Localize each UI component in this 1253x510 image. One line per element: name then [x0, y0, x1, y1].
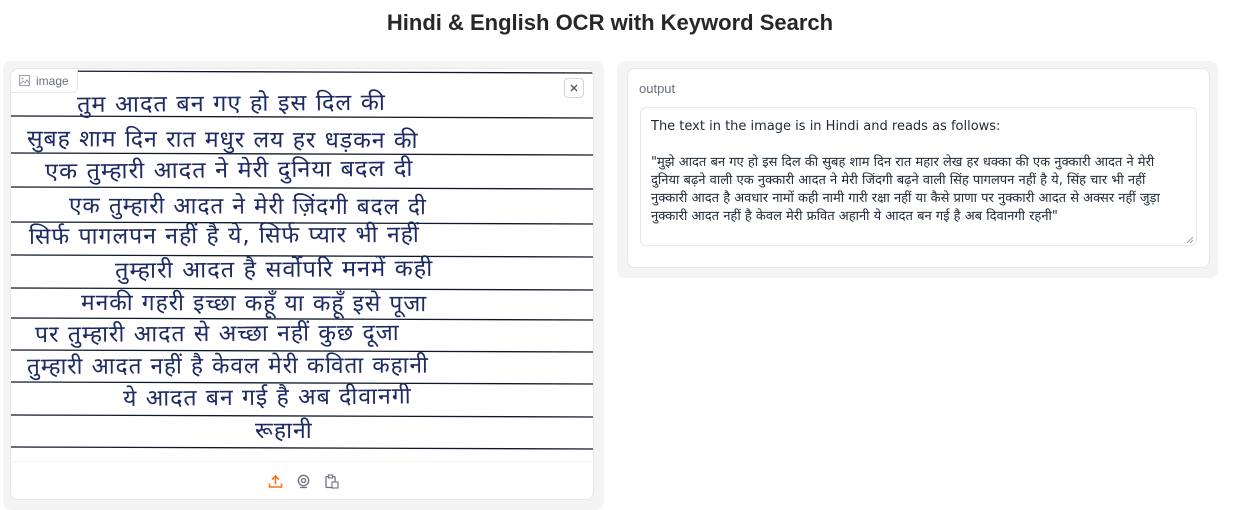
handwritten-line: एक तुम्हारी आदत ने मेरी दुनिया बदल दी — [44, 155, 414, 185]
image-source-toolbar — [11, 461, 593, 499]
handwritten-line: ये आदत बन गई है अब दीवानगी — [122, 383, 412, 412]
handwritten-line: सिर्फ पागलपन नहीं है ये, सिर्फ प्यार भी … — [28, 221, 420, 250]
output-label: output — [639, 81, 676, 96]
handwritten-line: तुम्हारी आदत है सर्वोपरि मनमें कही — [114, 255, 434, 284]
page-title: Hindi & English OCR with Keyword Search — [386, 10, 834, 35]
image-label: image — [11, 69, 78, 93]
resize-handle-icon[interactable] — [1184, 234, 1194, 244]
image-input-panel[interactable]: तुम आदत बन गए हो इस दिल की सुबह शाम दिन … — [10, 68, 594, 500]
clipboard-icon[interactable] — [323, 474, 339, 490]
output-textbox[interactable]: The text in the image is in Hindi and re… — [640, 107, 1197, 246]
handwritten-line: सुबह शाम दिन रात मधुर लय हर धड़कन की — [26, 126, 419, 155]
handwritten-line: तुम्हारी आदत नहीं है केवल मेरी कविता कहा… — [26, 352, 429, 380]
upload-icon[interactable] — [267, 474, 283, 490]
image-label-text: image — [36, 73, 69, 88]
webcam-icon[interactable] — [295, 474, 311, 490]
handwritten-line: पर तुम्हारी आदत से अच्छा नहीं कुछ दूजा — [34, 320, 400, 348]
handwritten-line: तुम आदत बन गए हो इस दिल की — [76, 89, 386, 118]
handwritten-line: मनकी गहरी इच्छा कहूँ या कहूँ इसे पूजा — [80, 290, 428, 318]
image-icon — [19, 75, 30, 86]
uploaded-image: तुम आदत बन गए हो इस दिल की सुबह शाम दिन … — [11, 69, 593, 461]
close-icon[interactable] — [564, 78, 584, 98]
output-panel: output The text in the image is in Hindi… — [627, 68, 1210, 268]
handwritten-line: रूहानी — [255, 418, 313, 444]
